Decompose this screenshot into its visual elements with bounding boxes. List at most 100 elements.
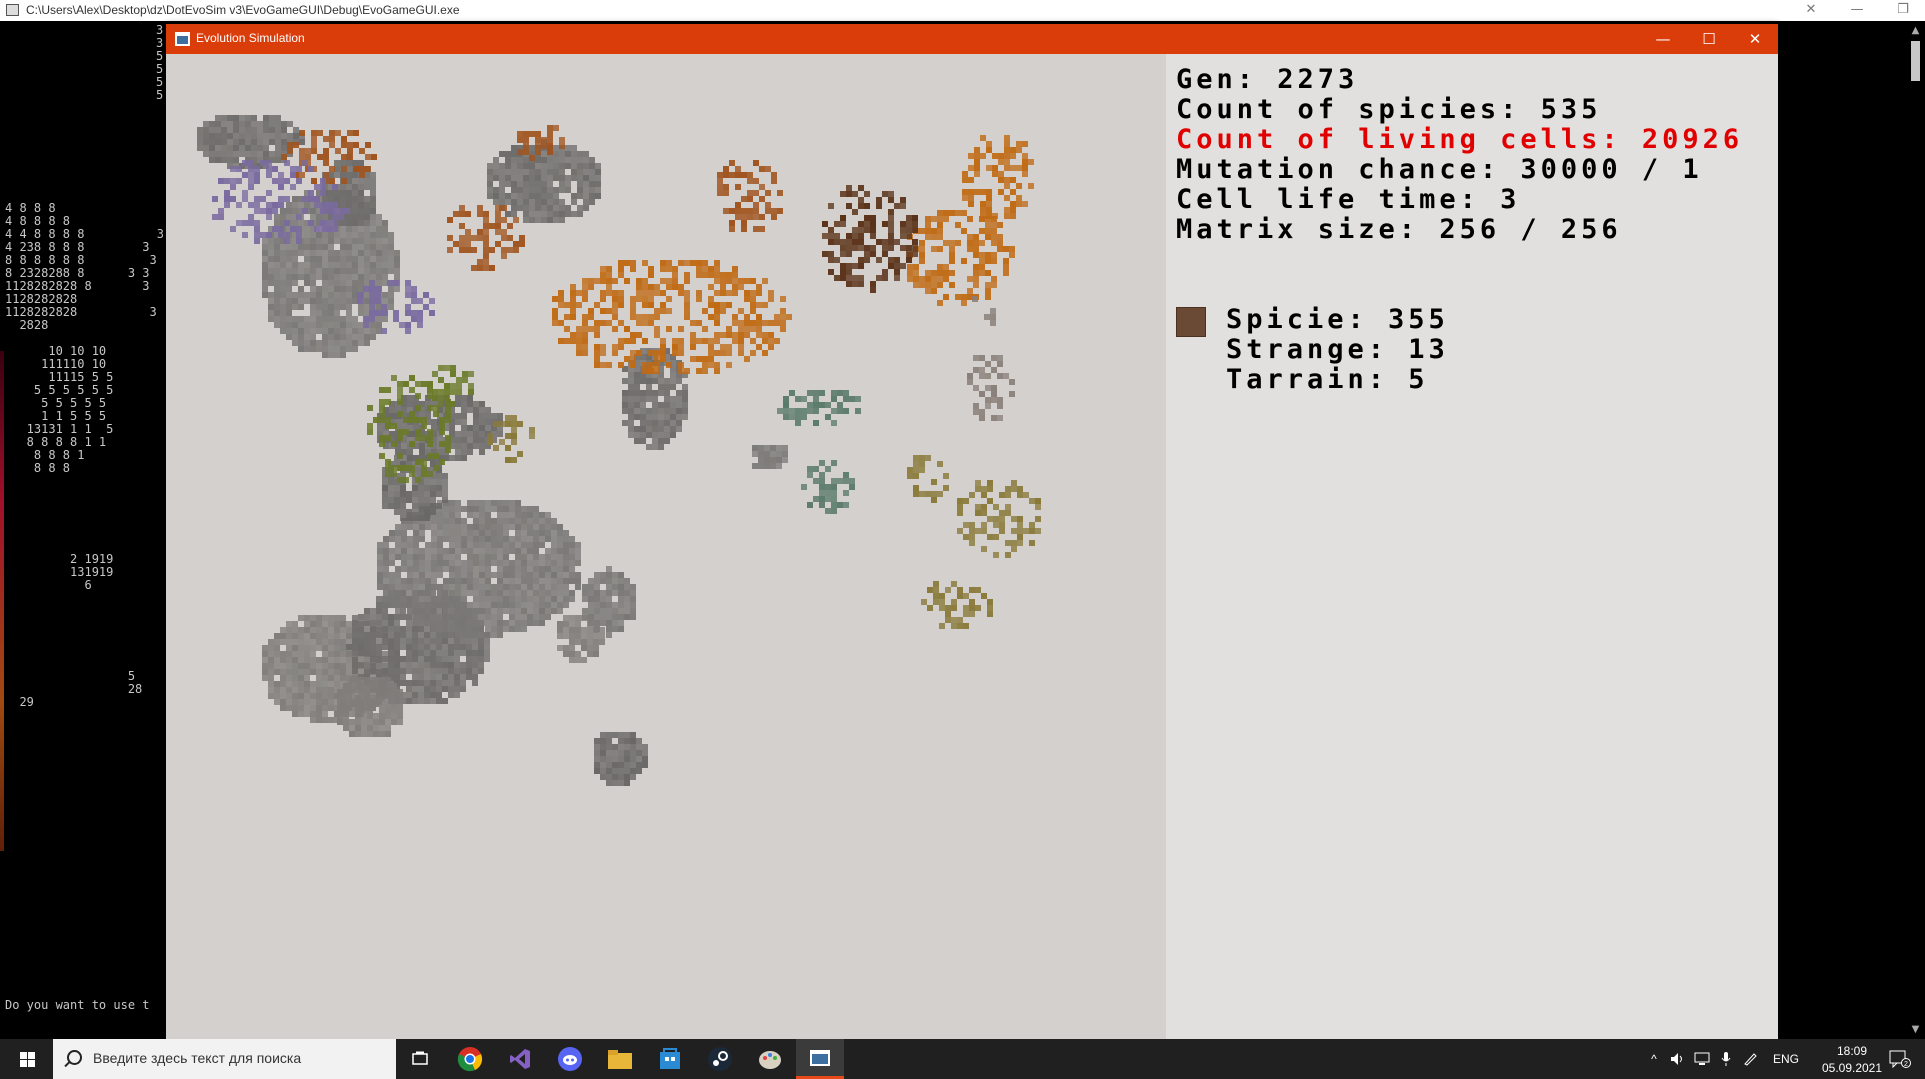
cell <box>346 663 352 669</box>
evolution-sim-taskbar-icon[interactable] <box>796 1039 844 1079</box>
clock-time[interactable]: 18:09 <box>1820 1044 1884 1058</box>
cell <box>437 512 443 518</box>
cell <box>280 328 286 334</box>
console-scrollbar[interactable]: ▲ ▼ <box>1906 21 1925 1039</box>
cell <box>407 560 413 566</box>
cell <box>527 536 533 542</box>
cell <box>622 402 628 408</box>
cell <box>559 187 565 193</box>
evo-title-bar[interactable]: Evolution Simulation — ☐ ✕ <box>166 24 1778 54</box>
evo-close-button[interactable]: ✕ <box>1732 24 1778 54</box>
cell <box>606 632 612 638</box>
cell <box>919 258 925 264</box>
cell <box>595 169 601 175</box>
notification-center-icon[interactable]: 2 <box>1880 1039 1920 1079</box>
cell <box>600 308 606 314</box>
store-icon[interactable] <box>646 1039 694 1079</box>
cell <box>473 431 479 437</box>
cell <box>676 414 682 420</box>
cell <box>266 190 272 196</box>
paint-icon[interactable] <box>746 1039 794 1079</box>
cell <box>747 178 753 184</box>
tray-chevron-icon[interactable]: ^ <box>1642 1039 1666 1079</box>
console-minimize-button[interactable]: — <box>1834 1 1880 19</box>
cell <box>583 205 589 211</box>
cell <box>515 524 521 530</box>
cell <box>782 457 788 463</box>
cell <box>413 596 419 602</box>
cell <box>314 196 320 202</box>
cell <box>424 656 430 662</box>
task-view-icon[interactable] <box>396 1039 444 1079</box>
steam-icon[interactable] <box>696 1039 744 1079</box>
cell <box>563 621 569 627</box>
cell <box>385 399 391 405</box>
scroll-up-icon[interactable]: ▲ <box>1906 25 1925 36</box>
pen-icon[interactable] <box>1738 1039 1762 1079</box>
clock-date[interactable]: 05.09.2021 <box>1820 1061 1884 1075</box>
cell <box>394 614 400 620</box>
volume-icon[interactable] <box>1666 1039 1690 1079</box>
cell <box>433 465 439 471</box>
cell <box>370 656 376 662</box>
microphone-icon[interactable] <box>1714 1039 1738 1079</box>
cell <box>1010 189 1016 195</box>
cell <box>389 590 395 596</box>
cell <box>967 373 973 379</box>
cell <box>436 656 442 662</box>
scroll-down-icon[interactable]: ▼ <box>1906 1024 1925 1035</box>
cell <box>415 429 421 435</box>
cell <box>517 175 523 181</box>
visual-studio-icon[interactable] <box>496 1039 544 1079</box>
scroll-thumb[interactable] <box>1911 41 1920 81</box>
cell <box>391 719 397 725</box>
start-button[interactable] <box>0 1039 53 1079</box>
cell <box>529 131 535 137</box>
network-icon[interactable] <box>1690 1039 1714 1079</box>
discord-icon[interactable] <box>546 1039 594 1079</box>
chrome-icon[interactable] <box>446 1039 494 1079</box>
cell <box>394 268 400 274</box>
cell <box>385 713 391 719</box>
cell <box>352 334 358 340</box>
cell <box>479 407 485 413</box>
cell <box>658 384 664 390</box>
cell <box>527 530 533 536</box>
cell <box>612 756 618 762</box>
cell <box>547 205 553 211</box>
cell <box>684 290 690 296</box>
cell <box>503 578 509 584</box>
file-explorer-icon[interactable] <box>596 1039 644 1079</box>
cell <box>400 626 406 632</box>
cell <box>523 131 529 137</box>
cell <box>624 326 630 332</box>
cell <box>382 485 388 491</box>
cell <box>298 663 304 669</box>
cell <box>630 596 636 602</box>
evo-minimize-button[interactable]: — <box>1640 24 1686 54</box>
cell <box>424 485 430 491</box>
console-close-button[interactable]: ✕ <box>1788 1 1834 19</box>
cell <box>467 449 473 455</box>
cell <box>310 669 316 675</box>
cell <box>203 145 209 151</box>
cell <box>280 244 286 250</box>
taskbar-search[interactable]: Введите здесь текст для поиска <box>53 1039 396 1079</box>
cell <box>876 239 882 245</box>
cell <box>582 332 588 338</box>
cell <box>405 322 411 328</box>
cell <box>382 644 388 650</box>
cell <box>298 268 304 274</box>
language-indicator[interactable]: ENG <box>1768 1039 1804 1079</box>
cell <box>870 227 876 233</box>
cell <box>316 286 322 292</box>
cell <box>606 566 612 572</box>
evo-maximize-button[interactable]: ☐ <box>1686 24 1732 54</box>
cell <box>565 187 571 193</box>
simulation-grid[interactable] <box>166 54 1166 1039</box>
cell <box>702 356 708 362</box>
cell <box>316 627 322 633</box>
cell <box>365 142 371 148</box>
console-restore-button[interactable]: ❐ <box>1880 1 1925 19</box>
cell <box>292 711 298 717</box>
